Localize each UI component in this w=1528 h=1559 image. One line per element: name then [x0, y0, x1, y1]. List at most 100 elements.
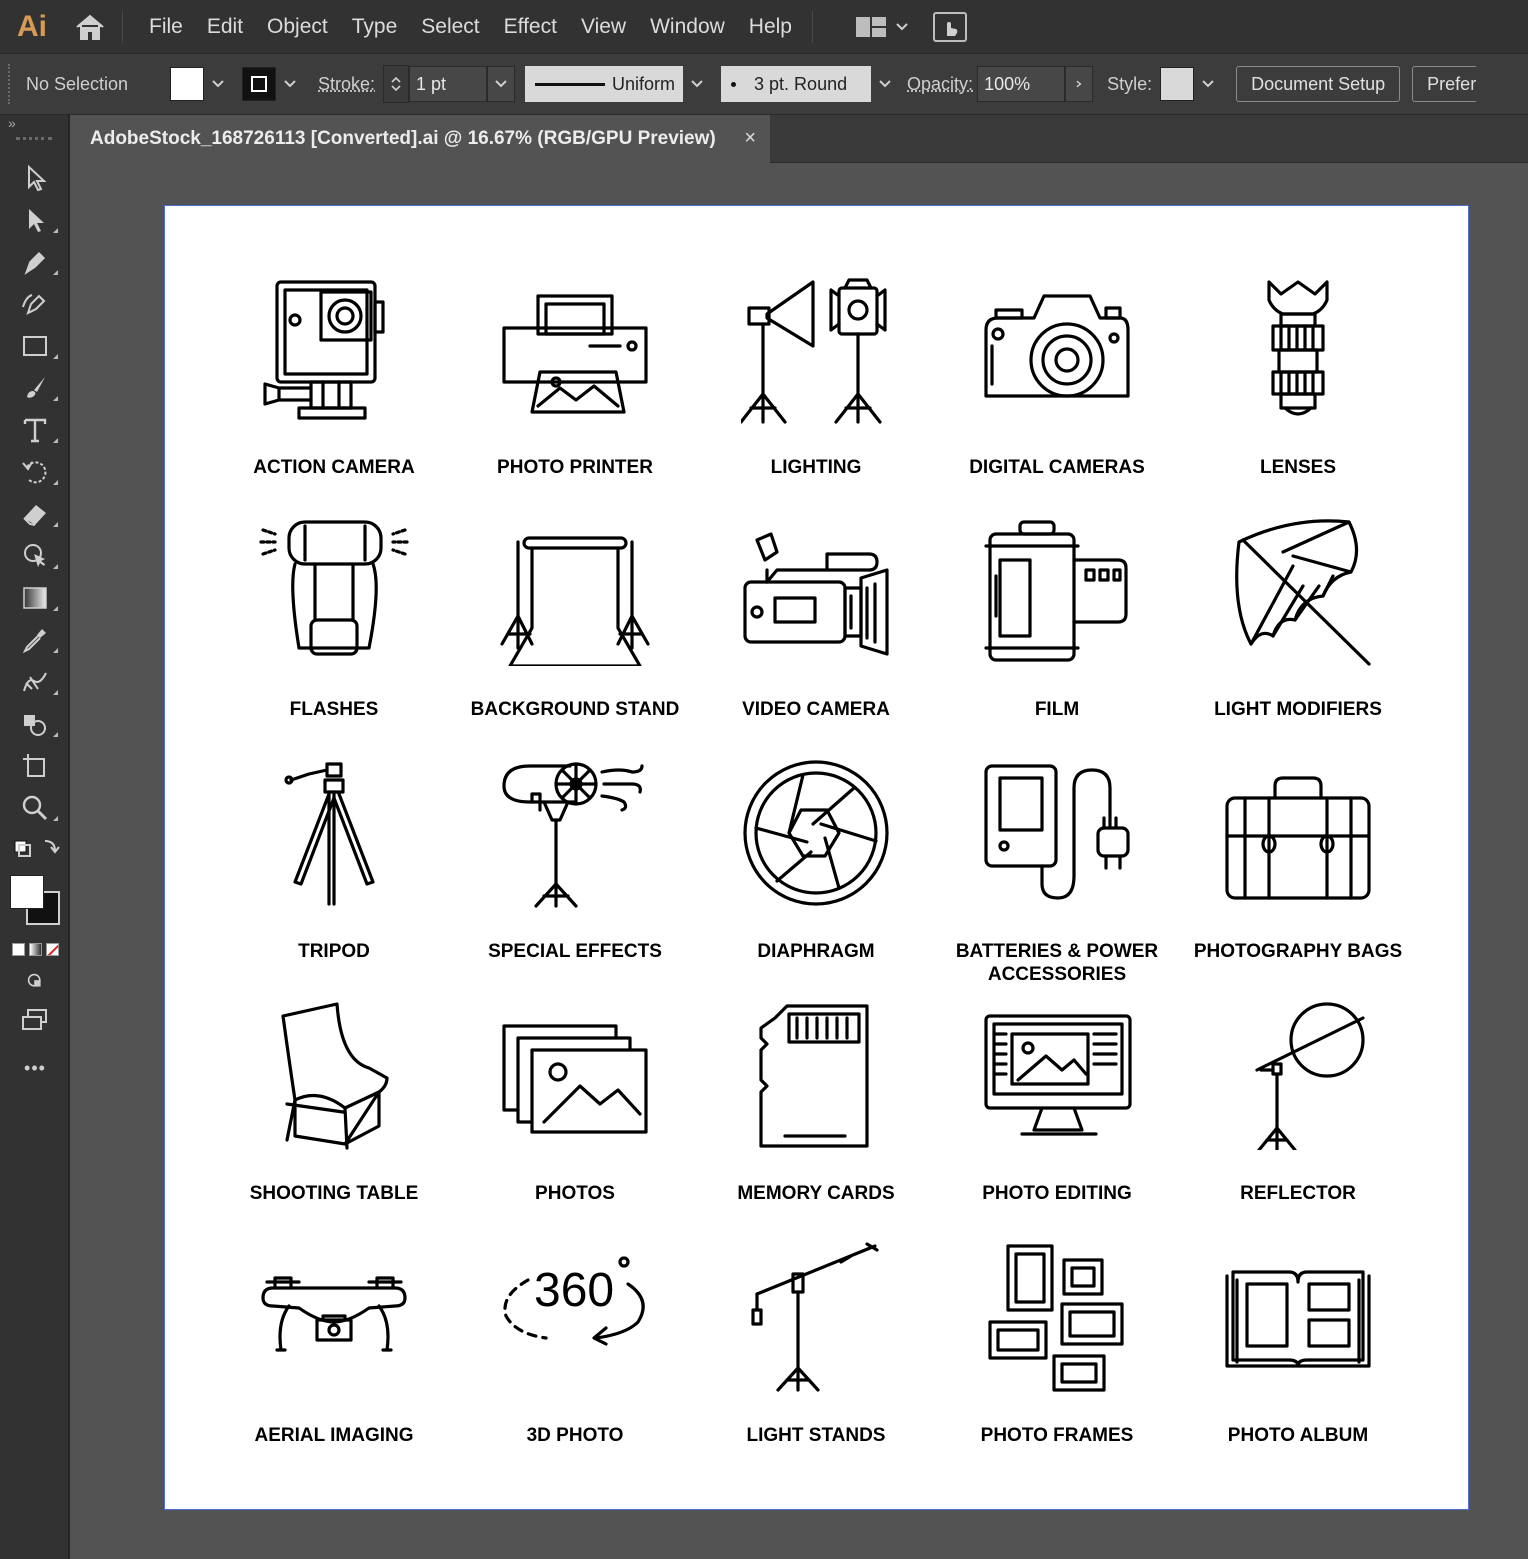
- stroke-swatch[interactable]: [242, 67, 276, 101]
- menu-object[interactable]: Object: [255, 0, 340, 53]
- photo-album-icon[interactable]: [1223, 1242, 1373, 1392]
- icon-cell[interactable]: FILM: [937, 510, 1177, 752]
- none-mode-icon[interactable]: [46, 942, 59, 956]
- pen-tool-icon[interactable]: [0, 241, 70, 283]
- icon-cell[interactable]: PHOTO FRAMES: [937, 1236, 1177, 1478]
- lens-icon[interactable]: [1223, 274, 1373, 424]
- workspace-switcher[interactable]: [845, 0, 919, 53]
- home-icon[interactable]: [64, 0, 116, 53]
- panel-grip[interactable]: [8, 64, 16, 104]
- menu-select[interactable]: Select: [409, 0, 491, 53]
- special-effects-icon[interactable]: [500, 758, 650, 908]
- photo-frames-icon[interactable]: [982, 1242, 1132, 1392]
- more-tools-icon[interactable]: •••: [0, 1041, 70, 1095]
- menu-window[interactable]: Window: [638, 0, 737, 53]
- stroke-weight-input[interactable]: 1 pt: [409, 66, 488, 102]
- drawing-modes-icon[interactable]: [0, 963, 70, 999]
- stroke-weight-dropdown[interactable]: [487, 66, 516, 102]
- icon-cell[interactable]: SPECIAL EFFECTS: [455, 752, 695, 994]
- icon-cell[interactable]: PHOTO PRINTER: [455, 268, 695, 510]
- color-mode-icon[interactable]: [12, 942, 25, 956]
- eyedropper-tool-icon[interactable]: [0, 619, 70, 661]
- battery-charger-icon[interactable]: [982, 758, 1132, 908]
- aperture-icon[interactable]: [741, 758, 891, 908]
- rectangle-tool-icon[interactable]: [0, 325, 70, 367]
- eraser-tool-icon[interactable]: [0, 493, 70, 535]
- zoom-tool-icon[interactable]: [0, 787, 70, 829]
- photos-icon[interactable]: [500, 1000, 650, 1150]
- digital-camera-icon[interactable]: [982, 274, 1132, 424]
- fill-dropdown[interactable]: [204, 67, 232, 101]
- icon-cell[interactable]: PHOTO EDITING: [937, 994, 1177, 1236]
- icon-cell[interactable]: SHOOTING TABLE: [214, 994, 454, 1236]
- screen-mode-icon[interactable]: [0, 999, 70, 1041]
- tripod-icon[interactable]: [259, 758, 409, 908]
- icon-cell[interactable]: TRIPOD: [214, 752, 454, 994]
- icon-cell[interactable]: LIGHT MODIFIERS: [1178, 510, 1418, 752]
- icon-cell[interactable]: VIDEO CAMERA: [696, 510, 936, 752]
- background-stand-icon[interactable]: [500, 516, 650, 668]
- icon-cell[interactable]: LIGHT STANDS: [696, 1236, 936, 1478]
- arrange-documents-icon[interactable]: [933, 11, 967, 42]
- icon-cell[interactable]: MEMORY CARDS: [696, 994, 936, 1236]
- icon-cell[interactable]: AERIAL IMAGING: [214, 1236, 454, 1478]
- fill-color-box[interactable]: [10, 875, 44, 909]
- brush-definition[interactable]: 3 pt. Round: [721, 66, 872, 102]
- stroke-label[interactable]: Stroke:: [318, 74, 375, 95]
- blend-tool-icon[interactable]: [0, 661, 70, 703]
- photo-editing-icon[interactable]: [982, 1000, 1132, 1150]
- film-icon[interactable]: [982, 516, 1132, 666]
- artboard-tool-icon[interactable]: [0, 745, 70, 787]
- icon-cell[interactable]: PHOTOS: [455, 994, 695, 1236]
- curvature-tool-icon[interactable]: [0, 283, 70, 325]
- icon-cell[interactable]: LENSES: [1178, 268, 1418, 510]
- panel-grip[interactable]: [16, 137, 52, 149]
- puppet-warp-tool-icon[interactable]: [0, 535, 70, 577]
- collapse-panel-icon[interactable]: »: [0, 115, 68, 137]
- opacity-input[interactable]: 100%: [977, 66, 1066, 102]
- icon-cell[interactable]: ACTION CAMERA: [214, 268, 454, 510]
- shooting-table-icon[interactable]: [259, 1000, 409, 1150]
- rotate-tool-icon[interactable]: [0, 451, 70, 493]
- menu-type[interactable]: Type: [340, 0, 410, 53]
- gradient-tool-icon[interactable]: [0, 577, 70, 619]
- 360-photo-icon[interactable]: 360: [500, 1242, 650, 1392]
- profile-dropdown[interactable]: [683, 67, 711, 101]
- graphic-style-swatch[interactable]: [1160, 67, 1195, 101]
- style-dropdown[interactable]: [1194, 67, 1222, 101]
- lighting-icon[interactable]: [739, 274, 891, 424]
- drone-icon[interactable]: [259, 1242, 409, 1392]
- menu-help[interactable]: Help: [737, 0, 804, 53]
- flash-icon[interactable]: [259, 516, 409, 666]
- opacity-label[interactable]: Opacity:: [907, 74, 973, 95]
- document-tab[interactable]: AdobeStock_168726113 [Converted].ai @ 16…: [72, 115, 770, 163]
- action-camera-icon[interactable]: [259, 274, 409, 424]
- icon-cell[interactable]: DIGITAL CAMERAS: [937, 268, 1177, 510]
- brush-dropdown[interactable]: [871, 67, 899, 101]
- type-tool-icon[interactable]: [0, 409, 70, 451]
- icon-cell[interactable]: LIGHTING: [696, 268, 936, 510]
- swap-fill-stroke-icon[interactable]: [0, 835, 70, 865]
- variable-width-profile[interactable]: Uniform: [525, 66, 684, 102]
- opacity-expand[interactable]: [1065, 66, 1094, 102]
- direct-selection-tool-icon[interactable]: [0, 199, 70, 241]
- icon-cell[interactable]: BATTERIES & POWER ACCESSORIES: [937, 752, 1177, 994]
- camera-bag-icon[interactable]: [1223, 758, 1373, 908]
- photo-printer-icon[interactable]: [500, 274, 650, 424]
- icon-cell[interactable]: PHOTO ALBUM: [1178, 1236, 1418, 1478]
- video-camera-icon[interactable]: [741, 516, 891, 666]
- menu-file[interactable]: File: [137, 0, 195, 53]
- document-setup-button[interactable]: Document Setup: [1236, 66, 1401, 102]
- icon-cell[interactable]: DIAPHRAGM: [696, 752, 936, 994]
- menu-view[interactable]: View: [569, 0, 638, 53]
- close-icon[interactable]: ×: [744, 127, 756, 150]
- stroke-stepper[interactable]: [383, 65, 410, 103]
- umbrella-icon[interactable]: [1223, 516, 1373, 666]
- fill-stroke-widget[interactable]: [0, 865, 68, 935]
- icon-cell[interactable]: PHOTOGRAPHY BAGS: [1178, 752, 1418, 994]
- stroke-dropdown[interactable]: [276, 67, 304, 101]
- selection-tool-icon[interactable]: [0, 157, 70, 199]
- icon-cell[interactable]: FLASHES: [214, 510, 454, 752]
- memory-card-icon[interactable]: [741, 1000, 891, 1150]
- icon-cell[interactable]: REFLECTOR: [1178, 994, 1418, 1236]
